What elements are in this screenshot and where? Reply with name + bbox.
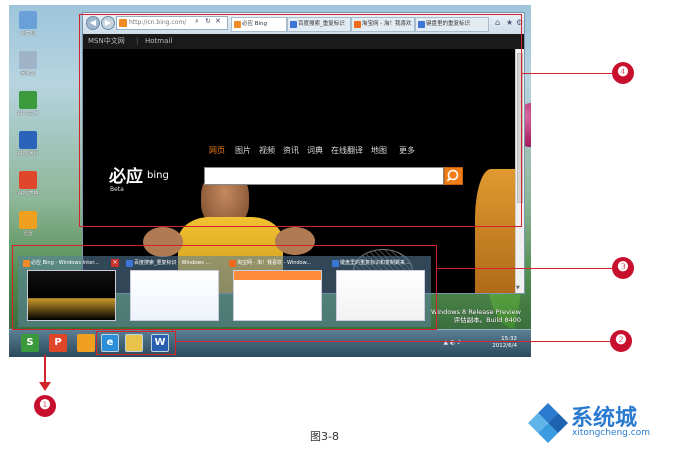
callout-4: ❹ <box>612 62 634 84</box>
desktop-icon[interactable]: WPS演示 <box>15 131 41 157</box>
taskbar-pinned-app[interactable] <box>77 334 95 352</box>
clock-date: 2012/6/4 <box>492 343 517 349</box>
desktop-app-icon <box>19 91 37 109</box>
taskbar: SPeW 15:32 2012/6/4 ▲ ◐ ♪ <box>9 329 531 357</box>
desktop-icon-label: WPS演示 <box>17 151 39 157</box>
desktop-icon[interactable]: WPS表格 <box>15 171 41 197</box>
desktop-app-icon <box>19 211 37 229</box>
desktop-icon-label: 计算机 <box>20 31 36 37</box>
desktop-icon[interactable]: 迅雷 <box>15 211 41 237</box>
brand-url: xitongcheng.com <box>572 428 650 438</box>
taskbar-pinned-app[interactable]: P <box>49 334 67 352</box>
arrow-down-icon <box>39 382 51 391</box>
leader-line-2 <box>176 341 610 343</box>
desktop-icon[interactable]: WPS文字 <box>15 91 41 117</box>
desktop-app-icon <box>19 51 37 69</box>
os-watermark: Windows 8 Release Preview 评估副本。Build 840… <box>431 308 521 324</box>
desktop-app-icon <box>19 131 37 149</box>
watermark-line-1: Windows 8 Release Preview <box>430 308 521 316</box>
highlight-box-2 <box>96 331 176 355</box>
scroll-down-icon[interactable]: ▼ <box>516 285 520 291</box>
desktop-app-icon <box>19 171 37 189</box>
desktop-app-icon <box>19 11 37 29</box>
desktop-icon-label: WPS文字 <box>17 111 39 117</box>
leader-line-4 <box>522 73 612 75</box>
leader-line-3 <box>437 268 613 270</box>
brand-logo-icon <box>528 403 568 443</box>
desktop-icon[interactable]: 计算机 <box>15 11 41 37</box>
figure-caption: 图3-8 <box>310 430 339 443</box>
desktop-icon-label: 迅雷 <box>22 231 33 237</box>
desktop-icon[interactable]: 回收站 <box>15 51 41 77</box>
watermark-line-2: 评估副本。Build 8400 <box>453 316 521 324</box>
callout-2: ❷ <box>610 330 632 352</box>
figure: 计算机 回收站 WPS文字 WPS演示 WPS表格 迅雷 ◀ ▶ http://cn.bi… <box>0 0 675 454</box>
clock[interactable]: 15:32 2012/6/4 <box>492 336 517 350</box>
taskbar-pinned-app[interactable]: S <box>21 334 39 352</box>
desktop-icon-label: WPS表格 <box>17 191 39 197</box>
callout-1: ❶ <box>34 395 56 417</box>
desktop-icon-label: 回收站 <box>20 71 36 77</box>
callout-3: ❸ <box>612 257 634 279</box>
highlight-box-3 <box>12 245 437 330</box>
site-brand: 系统城 xitongcheng.com <box>526 393 671 451</box>
highlight-box-4 <box>79 14 522 227</box>
